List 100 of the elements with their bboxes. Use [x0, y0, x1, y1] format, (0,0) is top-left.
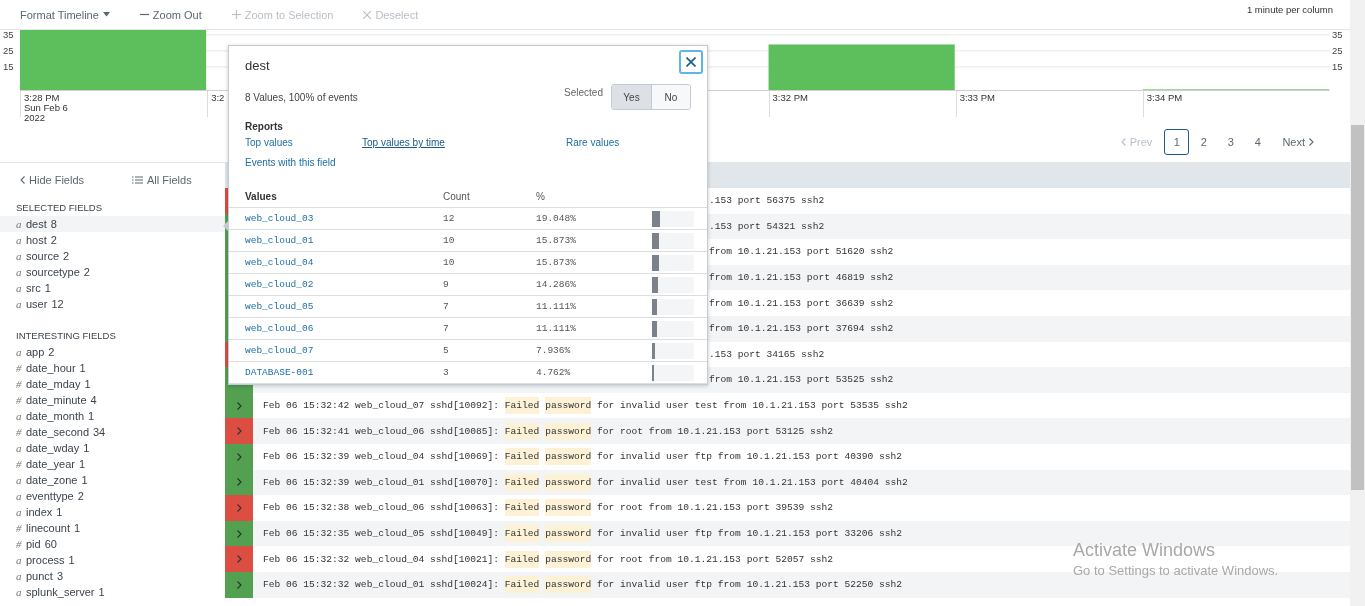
field-name: host [26, 234, 47, 246]
percent-cell-text: 7.936% [536, 345, 572, 356]
field-name: dest [26, 218, 47, 230]
field-name: index [26, 506, 53, 518]
field-type-glyph: a [16, 282, 22, 294]
event-text: Feb 06 15:32:32 web_cloud_01 sshd[10024]: Failed password for invalid user ftp from 10.1.21.153 port 52250 ssh2 [253, 579, 903, 591]
field-count: 1 [56, 506, 63, 518]
field-type-glyph: a [16, 266, 22, 278]
field-name: date_second [26, 426, 89, 438]
scale-note: 1 minute per column [1246, 4, 1333, 15]
field-name: date_mday [26, 378, 81, 390]
field-count: 60 [44, 538, 57, 550]
field-type-glyph: a [16, 506, 22, 518]
field-type-glyph: # [16, 426, 22, 438]
field-count: 1 [74, 522, 81, 534]
field-name: linecount [26, 522, 71, 534]
time-label: 3:33 PM [959, 93, 995, 103]
field-type-glyph: # [16, 538, 22, 550]
field-name: pid [26, 538, 41, 550]
count-cell-text: 10 [443, 257, 456, 268]
event-text: Feb 06 15:32:32 web_cloud_04 sshd[10021]: Failed password for root from 10.1.21.153 port 52057 ssh2 [253, 553, 833, 565]
event-text: from 10.1.21.153 port 46819 ssh2 [708, 272, 894, 284]
event-text: Feb 06 15:32:42 web_cloud_07 sshd[10092]: Failed password for invalid user test from 10.1.21.153 port 53535 ssh2 [253, 400, 908, 412]
field-type-glyph: a [16, 250, 22, 262]
field-type-glyph: a [16, 586, 22, 598]
field-name: date_wday [26, 442, 80, 454]
field-name: date_minute [26, 394, 87, 406]
count-cell-text: 7 [443, 323, 450, 334]
field-type-glyph: # [16, 458, 22, 470]
field-count: 1 [83, 442, 90, 454]
field-type-glyph: a [16, 218, 22, 230]
field-count: 2 [77, 490, 84, 502]
event-text: .153 port 34165 ssh2 [708, 348, 825, 360]
activation-text: Go to Settings to activate Windows. [1073, 563, 1279, 578]
axis-label: 15 [1332, 60, 1343, 72]
field-name: src [26, 282, 41, 294]
date-label: Sun Feb 6 [24, 103, 68, 113]
field-name: app [26, 346, 45, 358]
percent-cell-text: 19.048% [536, 213, 577, 224]
field-name: user [26, 298, 48, 310]
field-name: splunk_server [26, 586, 95, 598]
field-name: eventtype [26, 490, 74, 502]
time-label: 3:2 [211, 93, 225, 103]
field-count: 1 [68, 554, 75, 566]
section-title: SELECTED FIELDS [15, 201, 104, 215]
axis-label: 25 [3, 44, 14, 56]
field-type-glyph: a [16, 570, 22, 582]
field-count: 1 [81, 474, 88, 486]
event-text: from 10.1.21.153 port 37694 ssh2 [708, 323, 894, 335]
field-name: date_month [26, 410, 85, 422]
time-label: 3:34 PM [1146, 93, 1183, 103]
field-name: date_hour [26, 362, 76, 374]
field-name: punct [26, 570, 53, 582]
field-type-glyph: a [16, 298, 22, 310]
field-type-glyph: # [16, 362, 22, 374]
field-count: 2 [48, 346, 55, 358]
event-text: Feb 06 15:32:35 web_cloud_05 sshd[10049]: Failed password for invalid user ftp from 10.1.21.153 port 33206 ssh2 [253, 528, 903, 539]
percent-cell-text: 11.111% [536, 301, 577, 312]
count-cell-text: 5 [443, 345, 450, 356]
count-cell-text: 9 [443, 279, 450, 290]
axis-label: 35 [1332, 28, 1343, 40]
field-count: 1 [44, 282, 51, 294]
count-cell-text: 10 [443, 235, 456, 246]
count-cell-text: 12 [443, 213, 456, 224]
field-count: 12 [51, 298, 64, 310]
event-text: from 10.1.21.153 port 36639 ssh2 [708, 297, 894, 309]
field-type-glyph: # [16, 522, 22, 534]
column-header: % [536, 190, 546, 202]
section-title: INTERESTING FIELDS [15, 329, 117, 343]
time-label: 3:32 PM [772, 93, 808, 103]
event-text: Feb 06 15:32:41 web_cloud_06 sshd[10085]: Failed password for root from 10.1.21.153 port 53125 ssh2 [253, 425, 833, 437]
time-label: 3:28 PM [24, 93, 60, 103]
field-count: 1 [78, 458, 86, 470]
field-count: 2 [83, 266, 90, 278]
field-count: 8 [50, 218, 57, 230]
field-count: 1 [79, 362, 86, 374]
field-name: sourcetype [26, 266, 80, 278]
axis-label: 35 [3, 28, 14, 40]
field-type-glyph: # [16, 378, 22, 390]
field-type-glyph: a [16, 442, 22, 454]
field-name: source [26, 250, 60, 262]
field-type-glyph: a [16, 346, 22, 358]
field-count: 2 [63, 250, 70, 262]
event-text: Feb 06 15:32:39 web_cloud_04 sshd[10069]: Failed password for invalid user ftp from 10.1.21.153 port 40390 ssh2 [253, 451, 903, 463]
field-type-glyph: a [16, 234, 22, 246]
event-text: Feb 06 15:32:39 web_cloud_01 sshd[10070]: Failed password for invalid user test from 10.1.21.153 port 40404 ssh2 [253, 476, 908, 488]
field-type-glyph: a [16, 554, 22, 566]
count-cell-text: 7 [443, 301, 450, 312]
date-label: 2022 [24, 113, 46, 123]
event-text: from 10.1.21.153 port 51620 ssh2 [708, 246, 894, 258]
field-name: process [26, 554, 65, 566]
event-text: from 10.1.21.153 port 53525 ssh2 [708, 374, 894, 386]
field-count: 34 [93, 426, 106, 438]
field-type-glyph: a [16, 474, 22, 486]
axis-label: 25 [1332, 44, 1343, 56]
field-count: 4 [90, 394, 97, 406]
percent-cell-text: 4.762% [536, 367, 572, 378]
count-cell-text: 3 [443, 367, 450, 378]
field-name: date_zone [26, 474, 78, 486]
event-text: .153 port 56375 ssh2 [708, 195, 825, 207]
